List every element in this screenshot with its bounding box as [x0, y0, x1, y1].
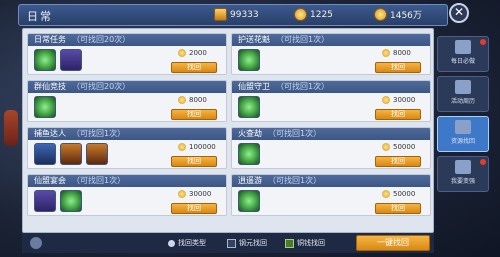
tab-resource-recovery[interactable]: 资源找回 [437, 116, 489, 152]
recover-button[interactable]: 找回 [375, 109, 421, 120]
card-arena: 群仙竞技 （可找回20次） 8000 找回 [27, 80, 227, 122]
card-guild-banquet: 仙盟宴会 （可找回1次） 30000 找回 [27, 174, 227, 216]
option-ingot[interactable]: 钢元找回 [227, 238, 267, 248]
help-icon[interactable] [30, 237, 42, 249]
recover-button[interactable]: 找回 [171, 156, 217, 167]
calendar-icon [455, 80, 471, 94]
one-key-recover-button[interactable]: 一键找回 [356, 235, 430, 251]
lantern-decoration [4, 110, 18, 146]
bullet-icon [168, 239, 175, 247]
resource-recovery-panel: 日常任务 （可找回20次） 2000 找回 护送花魁 （可找回1次） 8000 找回… [22, 28, 434, 233]
shield-icon [455, 160, 471, 174]
coin-icon [178, 49, 186, 57]
cost: 8000 [382, 49, 411, 57]
recover-button[interactable]: 找回 [375, 156, 421, 167]
find-type-label: 找回类型 [168, 238, 206, 248]
reward-item-icon[interactable] [238, 96, 260, 118]
cost: 50000 [382, 143, 415, 151]
bottom-bar: 找回类型 钢元找回 铜钱找回 一键找回 [22, 233, 434, 253]
reward-item-icon[interactable] [238, 49, 260, 71]
reward-item-icon[interactable] [60, 190, 82, 212]
cost: 100000 [178, 143, 216, 151]
tab-calendar[interactable]: 活动周历 [437, 76, 489, 112]
coin-icon [382, 143, 390, 151]
reward-item-icon[interactable] [34, 96, 56, 118]
card-escort: 护送花魁 （可找回1次） 8000 找回 [231, 33, 431, 75]
recover-button[interactable]: 找回 [375, 203, 421, 214]
recover-button[interactable]: 找回 [171, 203, 217, 214]
coin-icon [178, 143, 186, 151]
tab-stronger[interactable]: 我要变强 [437, 156, 489, 192]
page-title: 日常 [27, 10, 53, 23]
coin-icon [178, 190, 186, 198]
card-daily-task: 日常任务 （可找回20次） 2000 找回 [27, 33, 227, 75]
option-coin[interactable]: 铜钱找回 [285, 238, 325, 248]
cost: 30000 [382, 96, 415, 104]
reward-item-icon[interactable] [60, 49, 82, 71]
checkbox[interactable] [285, 238, 294, 248]
card-guild-guard: 仙盟守卫 （可找回1次） 30000 找回 [231, 80, 431, 122]
coin-icon [178, 96, 186, 104]
reward-item-icon[interactable] [34, 190, 56, 212]
coin-icon [382, 190, 390, 198]
notification-dot [480, 159, 486, 165]
reward-item-icon[interactable] [238, 143, 260, 165]
reward-item-icon[interactable] [34, 49, 56, 71]
card-fishing: 捕鱼达人 （可找回1次） 100000 找回 [27, 127, 227, 169]
cost: 2000 [178, 49, 207, 57]
currency-ingot: 99333 [214, 8, 259, 21]
reward-item-icon[interactable] [34, 143, 56, 165]
recover-button[interactable]: 找回 [375, 62, 421, 73]
coin-icon [382, 96, 390, 104]
top-bar: 日常 99333 1225 1456万 [18, 4, 448, 26]
sword-icon [455, 120, 471, 134]
checkbox[interactable] [227, 238, 236, 248]
reward-item-icon[interactable] [238, 190, 260, 212]
close-button[interactable]: ✕ [449, 3, 469, 23]
tab-daily[interactable]: 每日必做 [437, 36, 489, 72]
recover-button[interactable]: 找回 [171, 109, 217, 120]
currency-coupon: 1225 [294, 8, 333, 21]
coin-icon [374, 8, 387, 21]
coin-icon [382, 49, 390, 57]
reward-item-icon[interactable] [86, 143, 108, 165]
scroll-icon [455, 40, 471, 54]
gold-ingot-icon [214, 8, 227, 21]
cost: 8000 [178, 96, 207, 104]
card-fire-trial: 火查劫 （可找回1次） 50000 找回 [231, 127, 431, 169]
reward-item-icon[interactable] [60, 143, 82, 165]
cost: 30000 [178, 190, 211, 198]
notification-dot [480, 39, 486, 45]
coupon-icon [294, 8, 307, 21]
currency-coin: 1456万 [374, 8, 422, 21]
card-wander: 逍遥游 （可找回1次） 50000 找回 [231, 174, 431, 216]
recover-button[interactable]: 找回 [171, 62, 217, 73]
cost: 50000 [382, 190, 415, 198]
